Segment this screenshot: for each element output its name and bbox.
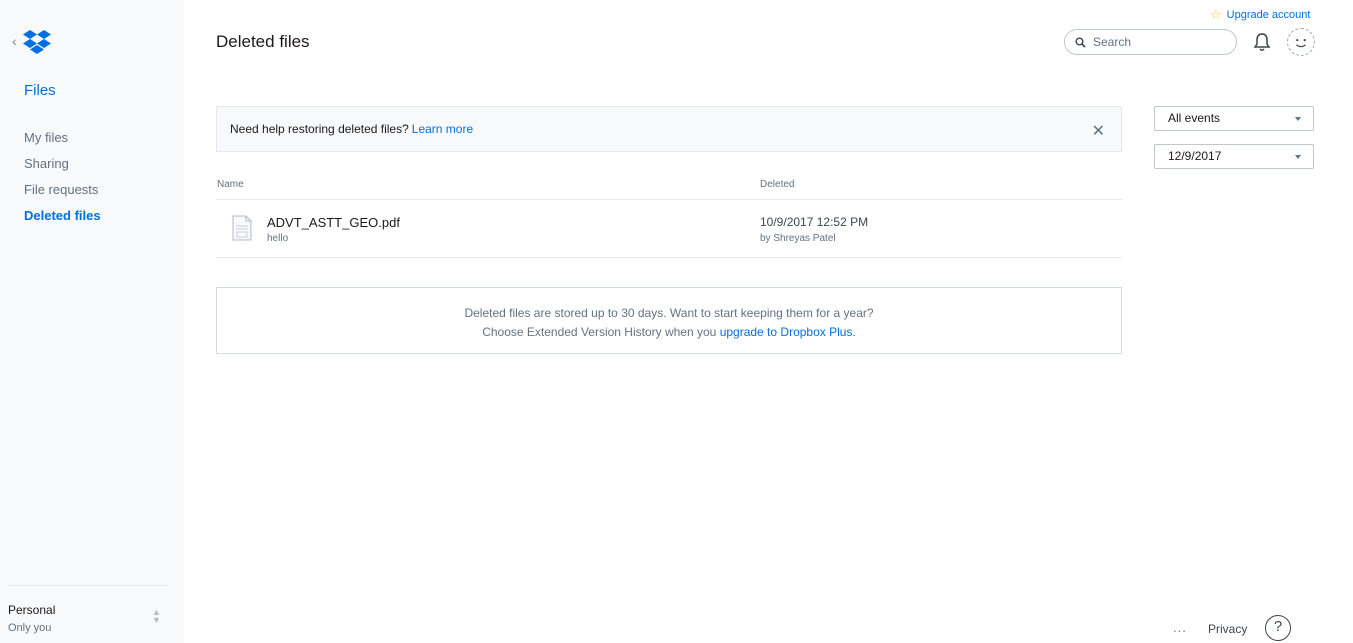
learn-more-link[interactable]: Learn more [412, 122, 473, 136]
more-options-button[interactable]: ... [1173, 620, 1187, 635]
pdf-file-icon [232, 215, 252, 241]
dropbox-logo[interactable] [23, 29, 51, 55]
file-name[interactable]: ADVT_ASTT_GEO.pdf [267, 215, 400, 230]
upgrade-label[interactable]: Upgrade account [1227, 9, 1311, 21]
sidebar-nav: My files Sharing File requests Deleted f… [24, 130, 101, 234]
account-subtitle: Only you [8, 622, 52, 634]
banner-text: Need help restoring deleted files? [230, 122, 409, 136]
search-input[interactable] [1093, 35, 1223, 49]
star-icon: ☆ [1210, 7, 1222, 22]
info-line-1: Deleted files are stored up to 30 days. … [464, 306, 874, 320]
column-header-name[interactable]: Name [217, 179, 244, 190]
events-filter-dropdown[interactable]: All events [1154, 106, 1314, 131]
date-filter-dropdown[interactable]: 12/9/2017 [1154, 144, 1314, 169]
sidebar-item-file-requests[interactable]: File requests [24, 182, 101, 208]
sidebar-item-my-files[interactable]: My files [24, 130, 101, 156]
sidebar-section-title[interactable]: Files [24, 82, 56, 99]
chevron-down-icon [1295, 155, 1301, 159]
table-header: Name Deleted [216, 178, 1122, 200]
deleted-by: by Shreyas Patel [760, 233, 836, 244]
chevron-down-icon [1295, 117, 1301, 121]
deleted-date: 10/9/2017 12:52 PM [760, 215, 869, 229]
help-button[interactable]: ? [1265, 615, 1291, 641]
date-filter-value: 12/9/2017 [1168, 149, 1222, 163]
column-header-deleted[interactable]: Deleted [760, 179, 794, 190]
account-switcher-icon[interactable]: ▲ ▼ [152, 608, 161, 625]
page-title: Deleted files [216, 32, 310, 51]
close-icon[interactable]: ✕ [1092, 121, 1105, 141]
help-banner: Need help restoring deleted files? Learn… [216, 106, 1122, 152]
account-name[interactable]: Personal [8, 603, 55, 617]
sidebar-item-sharing[interactable]: Sharing [24, 156, 101, 182]
retention-info-box: Deleted files are stored up to 30 days. … [216, 287, 1122, 354]
table-row[interactable]: ADVT_ASTT_GEO.pdf hello 10/9/2017 12:52 … [216, 200, 1122, 258]
sidebar: ‹ Files My files Sharing File requests D… [0, 0, 184, 643]
upgrade-plus-link[interactable]: upgrade to Dropbox Plus. [720, 325, 856, 339]
file-subtitle: hello [267, 233, 289, 244]
info-line-2: Choose Extended Version History when you… [217, 323, 1121, 342]
privacy-link[interactable]: Privacy [1208, 622, 1247, 636]
sidebar-item-deleted-files[interactable]: Deleted files [24, 208, 101, 234]
search-icon [1075, 37, 1086, 48]
info-line-2-text: Choose Extended Version History when you [482, 325, 717, 339]
avatar[interactable] [1287, 28, 1315, 56]
events-filter-value: All events [1168, 111, 1221, 125]
sidebar-divider [8, 585, 168, 586]
bell-icon[interactable] [1253, 32, 1271, 52]
search-box[interactable] [1064, 29, 1237, 55]
chevron-left-icon[interactable]: ‹ [12, 33, 17, 49]
upgrade-account-link[interactable]: ☆ Upgrade account [1210, 7, 1310, 23]
